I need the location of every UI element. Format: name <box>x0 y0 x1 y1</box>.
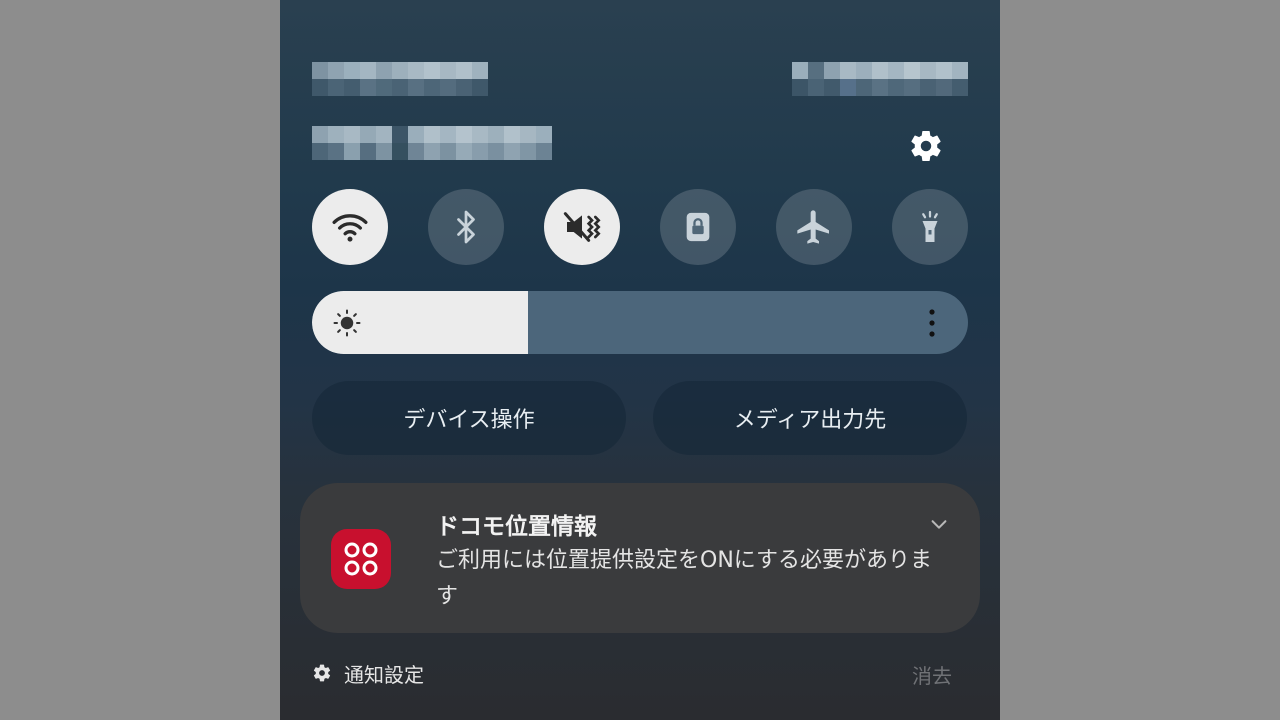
gear-icon <box>911 130 941 161</box>
settings-gear-button[interactable] <box>908 128 944 164</box>
blurred-carrier <box>792 62 968 96</box>
media-output-label: メディア出力先 <box>733 408 887 433</box>
gear-icon <box>313 664 331 682</box>
notification-settings-button[interactable]: 通知設定 <box>312 658 424 688</box>
notification-title: ドコモ位置情報 <box>436 514 597 540</box>
docomo-location-icon <box>331 529 391 589</box>
lock-icon <box>686 212 710 242</box>
sound-mode-toggle[interactable] <box>544 189 620 265</box>
wifi-toggle[interactable] <box>312 189 388 265</box>
clear-button[interactable]: 消去 <box>912 660 952 689</box>
notification-settings-label: 通知設定 <box>344 662 424 687</box>
notification-body: ご利用には位置提供設定をONにする必要があります <box>436 548 932 609</box>
wifi-icon <box>332 214 368 242</box>
airplane-icon <box>797 210 829 244</box>
media-output-button[interactable]: メディア出力先 <box>653 381 967 455</box>
rotation-lock-toggle[interactable] <box>660 189 736 265</box>
more-options-icon[interactable] <box>924 307 940 339</box>
mute-vibrate-icon <box>563 212 601 242</box>
blurred-info-row <box>312 126 552 160</box>
chevron-down-icon[interactable] <box>928 513 950 535</box>
airplane-mode-toggle[interactable] <box>776 189 852 265</box>
notification-shade: デバイス操作 メディア出力先 ドコモ位置情報 ご利用には位置提供設定をONにする… <box>280 0 1000 720</box>
device-control-label: デバイス操作 <box>403 408 535 433</box>
flashlight-icon <box>922 210 938 242</box>
brightness-slider[interactable] <box>312 291 968 354</box>
device-control-button[interactable]: デバイス操作 <box>312 381 626 455</box>
brightness-icon <box>333 309 361 337</box>
bluetooth-icon <box>457 210 475 244</box>
bluetooth-toggle[interactable] <box>428 189 504 265</box>
blurred-date <box>312 62 488 96</box>
flashlight-toggle[interactable] <box>892 189 968 265</box>
notification-card[interactable]: ドコモ位置情報 ご利用には位置提供設定をONにする必要があります <box>300 483 980 633</box>
